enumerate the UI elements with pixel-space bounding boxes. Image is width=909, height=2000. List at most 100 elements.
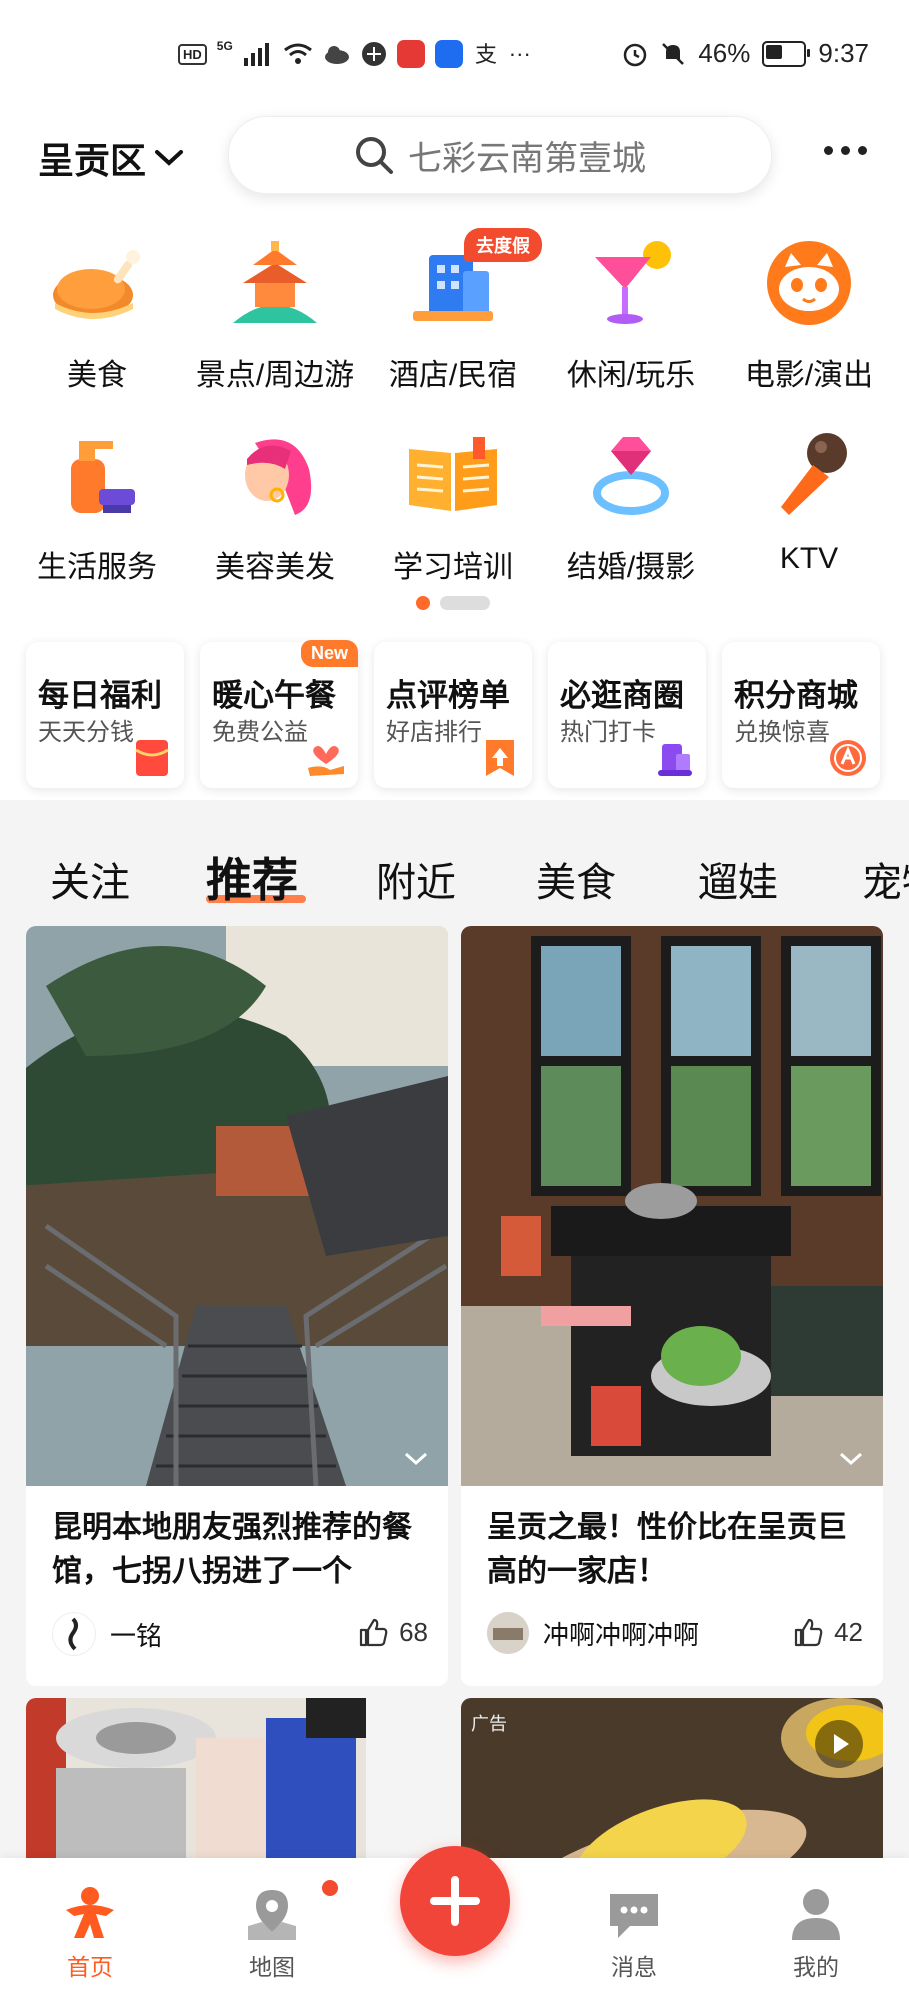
play-icon (834, 1734, 849, 1754)
category-scenic[interactable]: 景点/周边游 (186, 232, 364, 394)
avatar (487, 1612, 529, 1654)
pager-dot-active (416, 596, 430, 610)
category-hotel[interactable]: 去度假 酒店/民宿 (364, 228, 542, 394)
promo-title: 积分商城 (734, 678, 858, 713)
category-movie[interactable]: 电影/演出 (720, 232, 898, 394)
battery-icon (762, 40, 811, 67)
category-beauty[interactable]: 美容美发 (186, 424, 364, 586)
category-label: 酒店/民宿 (388, 359, 518, 392)
category-label: 景点/周边游 (195, 359, 355, 392)
tab-food[interactable]: 美食 (536, 850, 616, 908)
dot (841, 146, 850, 155)
promo-title: 必逛商圈 (560, 678, 684, 713)
tab-nearby[interactable]: 附近 (376, 850, 456, 908)
promo-section: 每日福利 天天分钱 New 暖心午餐 免费公益 点评榜单 好店排行 必逛商圈 热… (0, 630, 909, 800)
status-icons-right: 46% 9:37 (622, 38, 869, 69)
category-label: KTV (779, 542, 839, 575)
search-placeholder: 七彩云南第壹城 (408, 139, 646, 178)
heart-hand-icon (308, 746, 344, 776)
nav-label: 地图 (249, 1954, 295, 1980)
category-label: 休闲/玩乐 (566, 359, 696, 392)
bottom-navigation: 首页 地图 消息 我的 (0, 1846, 909, 2000)
feed-card[interactable]: 昆明本地朋友强烈推荐的餐馆，七拐八拐进了一个 一铭 68 (26, 926, 448, 1686)
pager-dot (440, 596, 490, 610)
promo-subtitle: 好店排行 (386, 719, 482, 746)
nav-profile[interactable]: 我的 (766, 1886, 866, 1982)
cleaning-spray-icon (47, 424, 147, 524)
feed-card[interactable]: 呈贡之最！性价比在呈贡巨高的一家店！ 冲啊冲啊冲啊 42 (461, 926, 883, 1686)
profile-icon (792, 1889, 840, 1940)
search-bar[interactable]: 七彩云南第壹城 (228, 116, 772, 194)
tab-pets[interactable]: 宠物 (862, 850, 909, 908)
promo-ranking[interactable]: 点评榜单 好店排行 (374, 642, 532, 788)
category-wedding[interactable]: 结婚/摄影 (542, 424, 720, 586)
cat-face-icon (759, 232, 859, 332)
nav-label: 首页 (67, 1954, 113, 1980)
cloud-icon (324, 46, 349, 64)
feed-card-author[interactable]: 冲啊冲啊冲啊 (487, 1612, 699, 1654)
feed-card-author[interactable]: 一铭 (52, 1612, 162, 1656)
expand-chevron-icon[interactable] (402, 1450, 430, 1468)
roast-chicken-icon (47, 232, 147, 332)
nav-map[interactable]: 地图 (222, 1886, 322, 1982)
category-ktv[interactable]: KTV (720, 424, 898, 586)
chevron-down-icon (155, 150, 184, 166)
red-envelope-icon (135, 740, 169, 776)
category-life-service[interactable]: 生活服务 (8, 424, 186, 586)
open-book-icon (403, 424, 503, 524)
home-runner-icon (66, 1887, 114, 1938)
promo-title: 每日福利 (38, 678, 162, 713)
category-label: 电影/演出 (744, 359, 874, 392)
category-label: 结婚/摄影 (566, 551, 696, 584)
ranking-flag-icon (486, 740, 514, 776)
mute-icon (662, 42, 685, 65)
avatar (52, 1612, 96, 1656)
svg-text:支: 支 (475, 42, 497, 67)
ad-label: 广告 (471, 1714, 507, 1734)
plus-icon (430, 1876, 480, 1926)
category-pager (416, 596, 490, 610)
promo-warm-lunch[interactable]: New 暖心午餐 免费公益 (200, 640, 358, 788)
promo-shopping-district[interactable]: 必逛商圈 热门打卡 (548, 642, 706, 788)
network-generation: 5G (216, 39, 233, 53)
feed-card-title: 呈贡之最！性价比在呈贡巨高的一家店！ (487, 1511, 847, 1588)
tab-recommended[interactable]: 推荐 (206, 844, 298, 910)
promo-daily-welfare[interactable]: 每日福利 天天分钱 (26, 642, 184, 788)
category-leisure[interactable]: 休闲/玩乐 (542, 232, 720, 394)
more-notifications: ··· (508, 41, 531, 66)
district-selector[interactable]: 呈贡区 (38, 132, 184, 184)
dot (858, 146, 867, 155)
search-icon (356, 137, 393, 174)
tab-following[interactable]: 关注 (50, 850, 130, 908)
create-post-button[interactable] (400, 1846, 510, 1956)
diamond-ring-icon (581, 424, 681, 524)
category-label: 美容美发 (215, 551, 335, 584)
alipay-icon: 支 (475, 42, 497, 67)
category-food[interactable]: 美食 (8, 232, 186, 394)
microphone-icon (759, 424, 859, 524)
more-menu-button[interactable] (824, 146, 867, 155)
new-badge: New (300, 640, 358, 667)
map-notification-dot (322, 1880, 338, 1896)
like-button[interactable]: 68 (357, 1616, 428, 1648)
play-button[interactable] (815, 1720, 863, 1768)
signal-icon (243, 43, 269, 66)
author-name: 一铭 (110, 1620, 163, 1651)
nav-messages[interactable]: 消息 (584, 1886, 684, 1982)
district-name: 呈贡区 (38, 140, 147, 181)
category-education[interactable]: 学习培训 (364, 424, 542, 586)
tab-kids[interactable]: 遛娃 (698, 850, 778, 908)
like-button[interactable]: 42 (792, 1616, 863, 1648)
nav-home[interactable]: 首页 (40, 1886, 140, 1982)
thumbs-up-icon (794, 1618, 823, 1647)
category-label: 美食 (67, 359, 127, 392)
promo-points-mall[interactable]: 积分商城 兑换惊喜 (722, 642, 880, 788)
promo-subtitle: 天天分钱 (38, 719, 134, 746)
blue-app-icon (434, 40, 463, 68)
promo-subtitle: 热门打卡 (560, 719, 656, 746)
category-label: 生活服务 (37, 551, 157, 584)
author-name: 冲啊冲啊冲啊 (543, 1619, 700, 1650)
alarm-icon (624, 43, 647, 66)
expand-chevron-icon[interactable] (837, 1450, 865, 1468)
thumbs-up-icon (359, 1618, 388, 1647)
